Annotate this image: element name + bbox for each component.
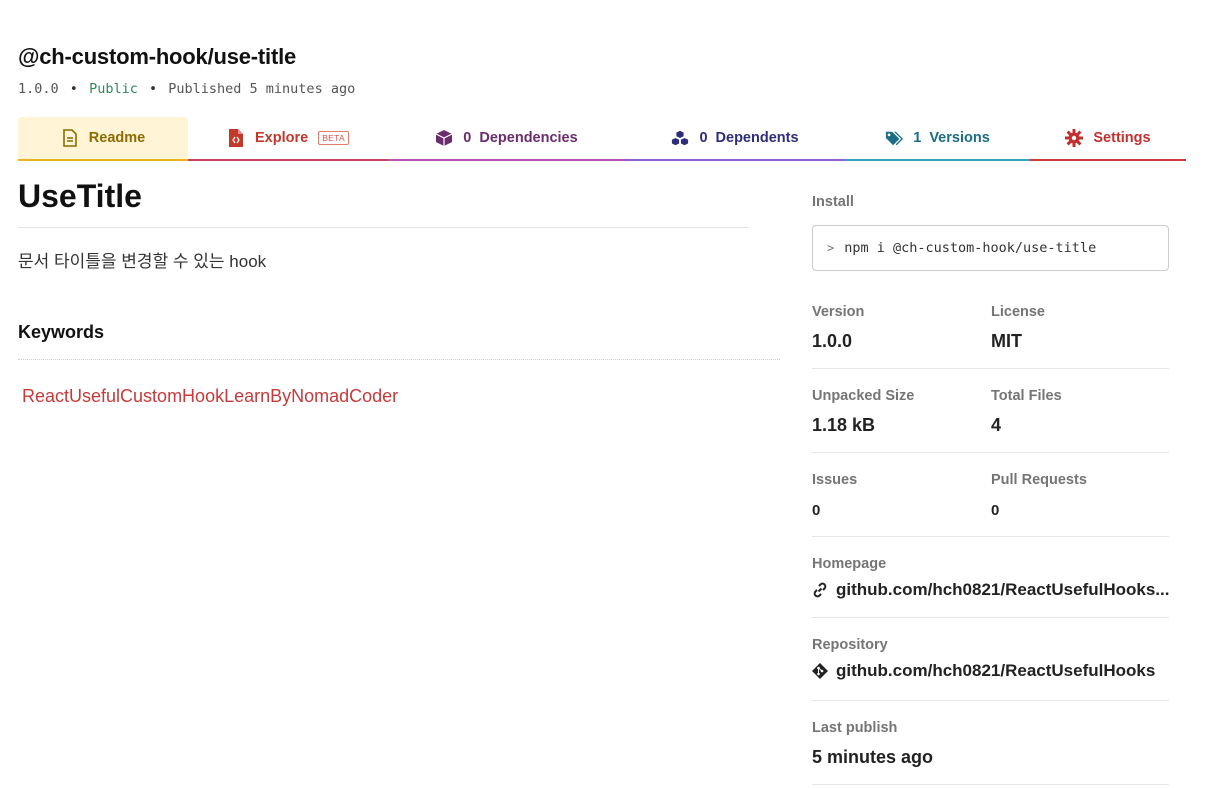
version-label: Version	[812, 304, 865, 320]
unpacked-size-value: 1.18 kB	[812, 415, 876, 435]
tab-explore[interactable]: Explore BETA	[188, 117, 388, 161]
install-command: npm i @ch-custom-hook/use-title	[844, 240, 1097, 256]
meta-separator: •	[148, 81, 158, 97]
gear-icon	[1065, 129, 1084, 147]
tab-settings[interactable]: Settings	[1030, 117, 1186, 161]
tab-dependencies[interactable]: 0 Dependencies	[388, 117, 625, 161]
terminal-prompt-icon: >	[827, 241, 835, 255]
sidebar-divider	[812, 536, 1169, 537]
pull-requests-value[interactable]: 0	[991, 502, 999, 519]
tab-versions[interactable]: 1 Versions	[845, 117, 1030, 161]
package-name: @ch-custom-hook/use-title	[18, 44, 297, 69]
total-files-value: 4	[991, 415, 1002, 435]
sidebar-divider	[812, 784, 1169, 785]
repository-link[interactable]: github.com/hch0821/ReactUsefulHooks	[812, 661, 1169, 681]
keyword-link[interactable]: ReactUsefulCustomHookLearnByNomadCoder	[22, 386, 398, 407]
homepage-label: Homepage	[812, 556, 887, 572]
git-icon	[812, 663, 828, 679]
readme-title-divider	[18, 227, 748, 228]
beta-badge: BETA	[318, 131, 349, 145]
readme-title: UseTitle	[18, 178, 142, 214]
readme-description: 문서 타이틀을 변경할 수 있는 hook	[18, 252, 267, 271]
last-publish-value: 5 minutes ago	[812, 747, 934, 767]
link-icon	[812, 582, 828, 598]
sidebar-divider	[812, 617, 1169, 618]
package-published: Published 5 minutes ago	[168, 81, 356, 97]
tab-dependents-label: Dependents	[715, 130, 799, 146]
sidebar-divider	[812, 452, 1169, 453]
package-tabs: Readme Explore BETA 0 Dependencies 0 Dep…	[18, 117, 1186, 161]
homepage-url: github.com/hch0821/ReactUsefulHooks...	[836, 580, 1169, 599]
package-version: 1.0.0	[18, 81, 59, 97]
keywords-heading: Keywords	[18, 322, 105, 342]
keywords-divider	[18, 359, 780, 360]
package-meta: 1.0.0 • Public • Published 5 minutes ago	[18, 81, 355, 97]
install-command-box[interactable]: > npm i @ch-custom-hook/use-title	[812, 225, 1169, 271]
dependents-count: 0	[699, 130, 708, 146]
versions-count: 1	[913, 130, 922, 146]
repository-url: github.com/hch0821/ReactUsefulHooks	[836, 661, 1156, 680]
unpacked-size-label: Unpacked Size	[812, 388, 915, 404]
dependencies-count: 0	[463, 130, 472, 146]
document-icon	[61, 129, 79, 147]
last-publish-label: Last publish	[812, 720, 898, 736]
sidebar-divider	[812, 368, 1169, 369]
package-page: @ch-custom-hook/use-title 1.0.0 • Public…	[0, 0, 1205, 788]
pull-requests-label: Pull Requests	[991, 472, 1087, 488]
tab-dependents[interactable]: 0 Dependents	[625, 117, 845, 161]
tab-explore-label: Explore	[255, 130, 309, 146]
install-label: Install	[812, 194, 854, 210]
box-icon	[435, 129, 453, 147]
tab-dependencies-label: Dependencies	[479, 130, 578, 146]
tab-versions-label: Versions	[929, 130, 990, 146]
license-label: License	[991, 304, 1045, 320]
total-files-label: Total Files	[991, 388, 1062, 404]
tags-icon	[885, 129, 904, 147]
boxes-icon	[671, 129, 689, 147]
meta-separator: •	[69, 81, 78, 97]
issues-label: Issues	[812, 472, 858, 488]
package-visibility: Public	[89, 81, 138, 97]
version-value: 1.0.0	[812, 331, 853, 351]
repository-label: Repository	[812, 637, 888, 653]
tab-readme[interactable]: Readme	[18, 117, 188, 161]
tab-settings-label: Settings	[1093, 130, 1151, 146]
license-value: MIT	[991, 331, 1022, 351]
code-file-icon	[227, 129, 245, 147]
issues-value[interactable]: 0	[812, 502, 820, 519]
tab-readme-label: Readme	[88, 130, 146, 146]
homepage-link[interactable]: github.com/hch0821/ReactUsefulHooks...	[812, 580, 1169, 600]
sidebar-divider	[812, 700, 1169, 701]
